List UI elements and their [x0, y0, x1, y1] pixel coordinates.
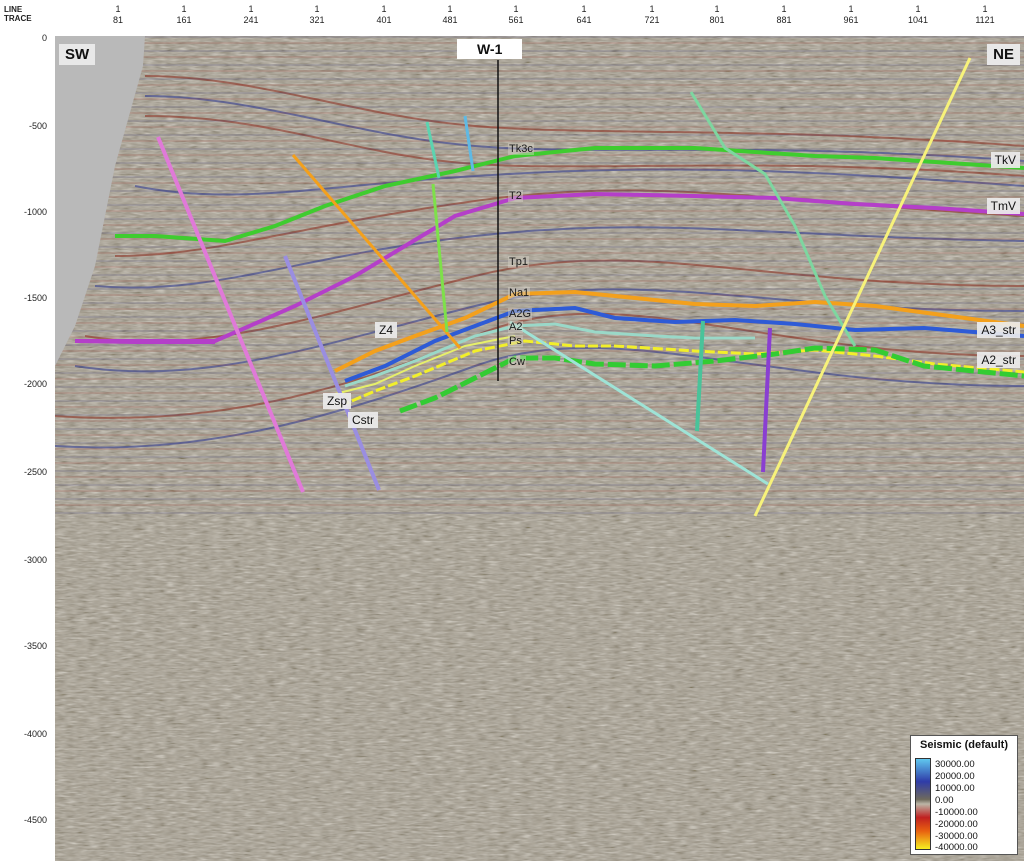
- well-top-ps: Ps: [508, 335, 523, 347]
- well-name-label[interactable]: W-1: [457, 39, 523, 59]
- trace-tick: 1 481: [442, 4, 458, 25]
- legend-value: -40000.00: [935, 842, 978, 853]
- trace-tick: 1 241: [243, 4, 259, 25]
- trace-tick: 1 1121: [975, 4, 995, 25]
- depth-tick: -3500: [23, 641, 47, 651]
- trace-tick: 1 721: [644, 4, 660, 25]
- line-axis-label: LINE: [4, 5, 23, 14]
- depth-tick: -1500: [23, 293, 47, 303]
- tmv-label: TmV: [986, 198, 1020, 214]
- well-top-na1: Na1: [508, 287, 531, 299]
- seismic-color-legend: Seismic (default) 30000.00 20000.00 1000…: [910, 735, 1018, 855]
- tkv-label: TkV: [990, 152, 1020, 168]
- trace-tick: 1 561: [508, 4, 524, 25]
- sw-deep-horizon: [74, 339, 215, 344]
- trace-tick: 1 641: [576, 4, 592, 25]
- trace-tick: 1 81: [112, 4, 123, 25]
- well-top-a2: A2: [508, 321, 524, 333]
- depth-tick: -4500: [23, 815, 47, 825]
- depth-tick: 0: [41, 33, 47, 43]
- ne-direction-label: NE: [987, 44, 1020, 65]
- legend-value: 30000.00: [935, 759, 975, 770]
- legend-colorbar: [915, 758, 931, 850]
- depth-tick: -3000: [23, 555, 47, 565]
- depth-tick: -1000: [23, 207, 47, 217]
- trace-axis-label: TRACE: [4, 14, 32, 23]
- seismic-section[interactable]: SW NE W-1 TkV TmV A3_str A2_str Z4 Zsp C…: [55, 36, 1024, 861]
- legend-value: 20000.00: [935, 771, 975, 782]
- trace-tick: 1 881: [776, 4, 792, 25]
- well-top-t2: T2: [508, 190, 523, 202]
- depth-axis: 0 -500 -1000 -1500 -2000 -2500 -3000 -35…: [0, 33, 55, 861]
- zsp-label: Zsp: [323, 393, 352, 409]
- well-top-cw: Cw: [508, 356, 526, 368]
- depth-tick: -4000: [23, 729, 47, 739]
- legend-value: 0.00: [935, 795, 954, 806]
- well-top-tk3c: Tk3c: [508, 143, 534, 155]
- legend-value: -30000.00: [935, 831, 978, 842]
- trace-tick: 1 401: [376, 4, 392, 25]
- cstr-label: Cstr: [348, 412, 378, 428]
- trace-axis-header: LINE TRACE 1 81 1 161 1 241 1 321 1 401 1 481 …: [0, 0, 1024, 36]
- trace-tick: 1 321: [309, 4, 325, 25]
- legend-value: -20000.00: [935, 819, 978, 830]
- seismic-canvas: [55, 36, 1024, 861]
- trace-tick: 1 1041: [907, 4, 929, 25]
- a3-str-label: A3_str: [977, 322, 1020, 338]
- depth-tick: -500: [28, 121, 47, 131]
- depth-tick: -2000: [23, 379, 47, 389]
- legend-value: 10000.00: [935, 783, 975, 794]
- trace-tick: 1 161: [176, 4, 192, 25]
- depth-tick: -2500: [23, 467, 47, 477]
- well-top-tp1: Tp1: [508, 256, 529, 268]
- trace-tick: 1 961: [843, 4, 859, 25]
- trace-tick: 1 801: [709, 4, 725, 25]
- legend-title: Seismic (default): [919, 739, 1009, 751]
- z4-label: Z4: [375, 322, 398, 338]
- well-top-a2g: A2G: [508, 308, 533, 320]
- legend-value: -10000.00: [935, 807, 978, 818]
- a2-str-label: A2_str: [977, 352, 1020, 368]
- sw-direction-label: SW: [59, 44, 96, 65]
